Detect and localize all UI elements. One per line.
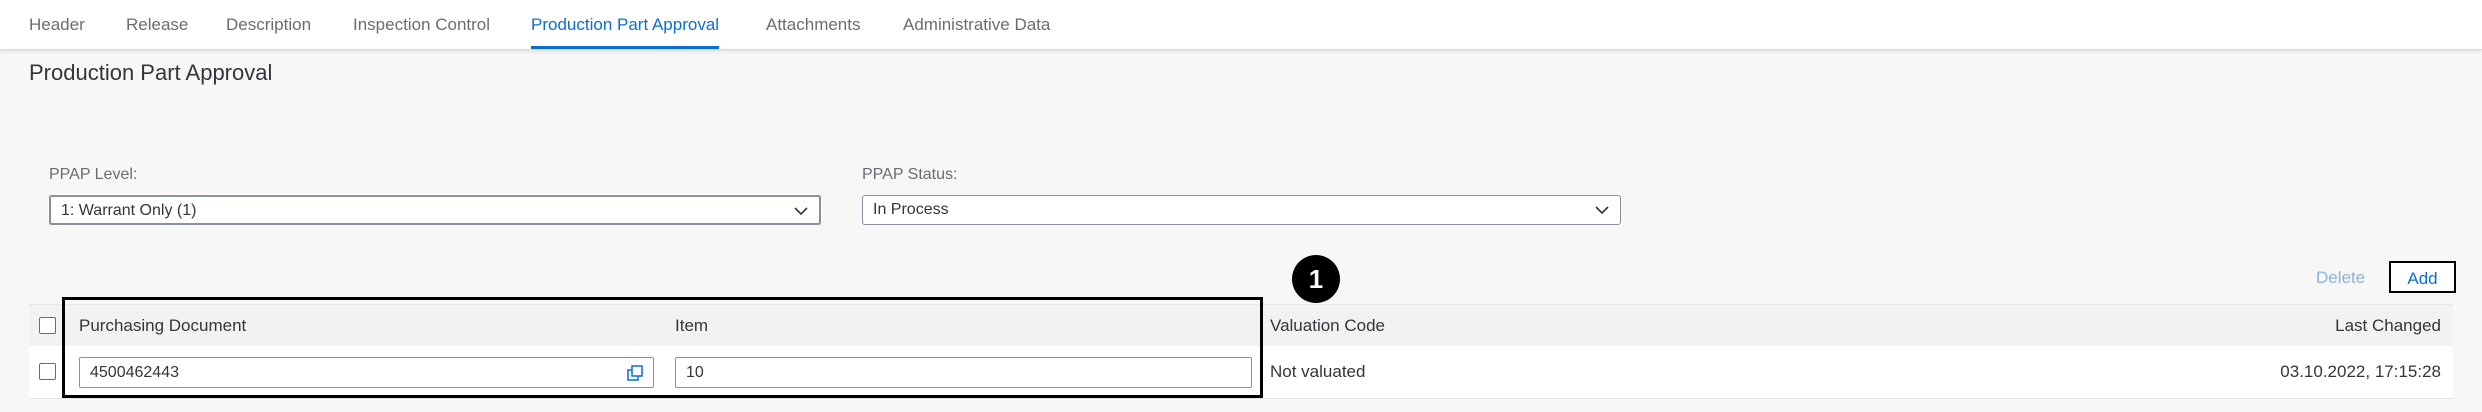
tab-description[interactable]: Description xyxy=(226,0,311,49)
row-select-checkbox[interactable] xyxy=(39,363,56,380)
chevron-down-icon[interactable] xyxy=(793,203,809,219)
tab-administrative-data[interactable]: Administrative Data xyxy=(903,0,1050,49)
ppap-level-value: 1: Warrant Only (1) xyxy=(61,202,197,219)
tab-header[interactable]: Header xyxy=(29,0,85,49)
ppap-status-value: In Process xyxy=(873,201,949,218)
callout-badge: 1 xyxy=(1292,255,1340,303)
chevron-down-icon[interactable] xyxy=(1594,202,1610,218)
last-changed-cell: 03.10.2022, 17:15:28 xyxy=(2280,362,2441,381)
column-valuation-code[interactable]: Valuation Code xyxy=(1270,305,1385,347)
select-all-checkbox[interactable] xyxy=(39,317,56,334)
tab-production-part-approval[interactable]: Production Part Approval xyxy=(531,0,720,49)
annotation-highlight-box xyxy=(62,297,1263,398)
ppap-level-label: PPAP Level: xyxy=(49,166,138,183)
tab-release[interactable]: Release xyxy=(126,0,188,49)
tab-attachments[interactable]: Attachments xyxy=(766,0,861,49)
column-last-changed[interactable]: Last Changed xyxy=(2335,305,2441,347)
delete-button[interactable]: Delete xyxy=(2316,262,2365,294)
add-button[interactable]: Add xyxy=(2389,261,2456,293)
tab-inspection-control[interactable]: Inspection Control xyxy=(353,0,490,49)
ppap-status-label: PPAP Status: xyxy=(862,166,958,183)
valuation-code-cell: Not valuated xyxy=(1270,362,1366,381)
ppap-status-select[interactable]: In Process xyxy=(862,195,1621,225)
tab-bar: Header Release Description Inspection Co… xyxy=(0,0,2482,50)
ppap-level-select[interactable]: 1: Warrant Only (1) xyxy=(48,194,822,226)
section-title: Production Part Approval xyxy=(29,60,273,85)
